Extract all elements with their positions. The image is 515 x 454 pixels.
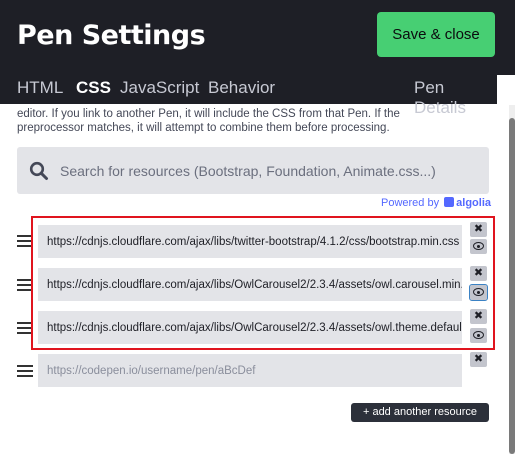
resource-search	[17, 147, 489, 194]
search-icon	[29, 161, 48, 180]
description-line-1: editor. If you link to another Pen, it w…	[17, 108, 400, 120]
save-close-button[interactable]: Save & close	[377, 12, 495, 57]
algolia-brand: algolia	[456, 197, 491, 209]
highlight-box	[31, 216, 495, 350]
settings-header: Pen Settings Save & close	[0, 0, 515, 75]
empty-resource-input[interactable]	[38, 354, 462, 387]
tab-behavior[interactable]: Behavior	[208, 78, 275, 98]
tab-html[interactable]: HTML	[17, 78, 63, 98]
tab-javascript[interactable]: JavaScript	[120, 78, 199, 98]
scrollbar-thumb[interactable]	[509, 118, 515, 454]
page-title: Pen Settings	[17, 20, 206, 51]
description-line-2: preprocessor matches, it will attempt to…	[17, 122, 390, 134]
drag-handle-icon[interactable]	[17, 365, 33, 379]
algolia-logo-icon	[444, 197, 455, 207]
remove-resource-icon[interactable]: ✖	[470, 352, 487, 367]
add-resource-button[interactable]: + add another resource	[351, 403, 489, 422]
tab-css[interactable]: CSS	[76, 78, 111, 98]
settings-tabs: HTML CSS JavaScript Behavior Pen Details	[0, 75, 497, 117]
powered-by-algolia[interactable]: Powered by algolia	[381, 197, 491, 209]
powered-by-label: Powered by	[381, 197, 440, 209]
css-description: editor. If you link to another Pen, it w…	[17, 107, 497, 135]
search-input[interactable]	[60, 147, 480, 194]
